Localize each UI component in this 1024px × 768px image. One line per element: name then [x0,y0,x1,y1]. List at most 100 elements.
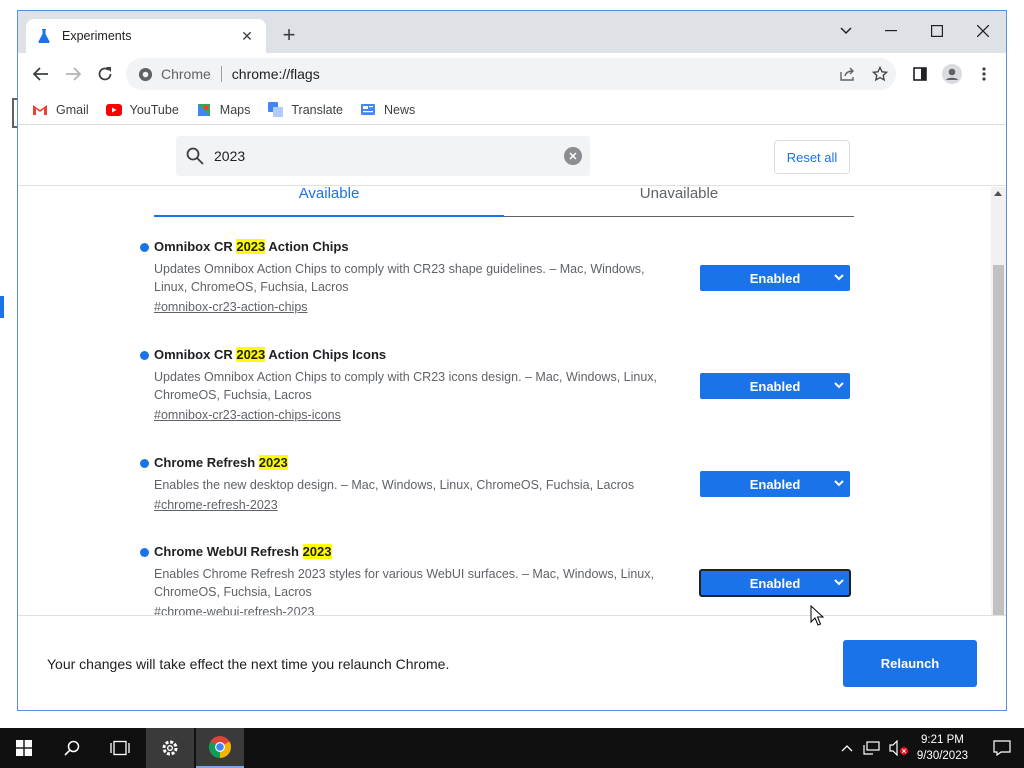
flag-title: Chrome Refresh 2023 [140,454,860,472]
notifications-button[interactable] [980,728,1024,768]
task-view-icon [110,740,130,756]
bookmark-label: Gmail [56,102,89,117]
task-view-button[interactable] [96,728,144,768]
scroll-up-arrow-icon[interactable] [994,191,1002,196]
flag-permalink[interactable]: #chrome-refresh-2023 [154,498,860,512]
tab-unavailable[interactable]: Unavailable [504,187,854,217]
browser-toolbar: Chrome chrome://flags [18,53,1006,95]
relaunch-button[interactable]: Relaunch [843,640,977,687]
page-scrollbar[interactable] [991,187,1006,615]
bookmark-gmail[interactable]: Gmail [32,103,89,117]
news-icon [360,103,376,117]
windows-logo-icon [16,740,32,756]
minimize-button[interactable] [868,17,914,45]
bookmark-translate[interactable]: Translate [267,102,343,117]
taskbar-settings[interactable] [146,728,194,768]
system-clock[interactable]: 9:21 PM 9/30/2023 [917,732,968,764]
youtube-icon [105,103,122,117]
scrollbar-thumb[interactable] [993,265,1004,615]
avatar-icon [942,64,962,84]
chevron-down-icon [834,382,844,389]
share-button[interactable] [832,58,864,90]
relaunch-message: Your changes will take effect the next t… [47,656,450,672]
chevron-up-icon[interactable] [841,744,853,752]
modified-dot-icon [140,351,149,360]
bookmarks-bar: Gmail YouTube Maps Translate News [18,95,1006,125]
close-tab-icon[interactable]: ✕ [238,28,256,45]
back-button[interactable] [28,61,54,87]
search-taskbar-button[interactable] [48,728,96,768]
bookmark-youtube[interactable]: YouTube [105,102,179,117]
search-highlight: 2023 [258,455,288,470]
tab-search-button[interactable] [823,17,869,45]
bookmark-maps[interactable]: Maps [196,102,251,117]
more-vert-icon [982,67,986,81]
bookmark-label: YouTube [129,102,179,117]
profile-button[interactable] [936,58,968,90]
tab-available[interactable]: Available [154,187,504,217]
side-panel-button[interactable] [904,58,936,90]
bookmark-label: News [384,102,416,117]
new-tab-button[interactable]: + [278,24,300,47]
flag-description: Enables the new desktop design. – Mac, W… [154,478,635,492]
bookmark-news[interactable]: News [360,103,415,117]
desktop-background [0,0,18,728]
modified-dot-icon [140,243,149,252]
forward-button[interactable] [60,61,86,87]
search-value[interactable]: 2023 [214,148,564,164]
menu-button[interactable] [968,58,1000,90]
omnibox-chip: Chrome [161,66,211,82]
maps-icon [196,103,212,117]
bookmark-label: Maps [219,102,251,117]
select-value: Enabled [749,575,801,591]
flag-item: Chrome Refresh 2023 Enables the new desk… [140,454,860,512]
flag-title: Omnibox CR 2023 Action Chips [140,238,860,256]
flag-state-select[interactable]: Enabled [700,373,850,399]
flag-title-text: Omnibox CR [154,347,237,362]
reload-button[interactable] [92,61,118,87]
flag-permalink[interactable]: #chrome-webui-refresh-2023 [154,605,860,615]
close-window-button[interactable] [960,17,1006,45]
maximize-button[interactable] [914,17,960,45]
search-icon [186,147,204,165]
flag-title-text: Chrome WebUI Refresh [154,544,303,559]
flag-permalink[interactable]: #omnibox-cr23-action-chips [154,300,860,314]
start-button[interactable] [0,728,48,768]
flag-state-select[interactable]: Enabled [700,265,850,291]
flag-title-text: Action Chips [265,239,349,254]
search-highlight: 2023 [236,347,266,362]
chevron-down-icon [834,480,844,487]
flag-permalink[interactable]: #omnibox-cr23-action-chips-icons [154,408,860,422]
clock-time: 9:21 PM [921,734,964,746]
flag-state-select[interactable]: Enabled [699,569,851,597]
omnibox-actions [832,58,896,90]
back-arrow-icon [33,67,48,81]
flask-icon [38,29,50,43]
flag-title-text: Chrome Refresh [154,455,259,470]
taskbar-chrome[interactable] [196,728,244,768]
bookmark-star-button[interactable] [864,58,896,90]
network-icon[interactable] [863,741,881,755]
volume-muted-icon[interactable] [889,740,909,756]
tab-experiments[interactable]: Experiments ✕ [26,19,266,53]
star-icon [872,66,888,82]
flag-description: Updates Omnibox Action Chips to comply w… [154,370,658,402]
clock-date: 9/30/2023 [916,750,968,762]
browser-window: Experiments ✕ + Chrome chrome://flags Gm… [17,10,1007,711]
address-bar[interactable]: Chrome chrome://flags [126,58,896,90]
flag-title-text: Action Chips Icons [265,347,387,362]
flag-description: Enables Chrome Refresh 2023 styles for v… [154,567,654,599]
gear-icon [162,740,178,756]
reset-all-button[interactable]: Reset all [774,140,850,174]
translate-icon [267,102,283,117]
url-text[interactable]: chrome://flags [232,66,320,82]
flag-title-text: Omnibox CR [154,239,237,254]
flags-search-input[interactable]: 2023 ✕ [176,136,590,176]
flag-state-select[interactable]: Enabled [700,471,850,497]
reload-icon [98,67,112,81]
omnibox-separator [220,66,222,82]
clear-search-icon[interactable]: ✕ [564,147,582,165]
search-highlight: 2023 [236,239,266,254]
share-icon [840,67,854,81]
tab-strip: Experiments ✕ + [18,11,1006,53]
